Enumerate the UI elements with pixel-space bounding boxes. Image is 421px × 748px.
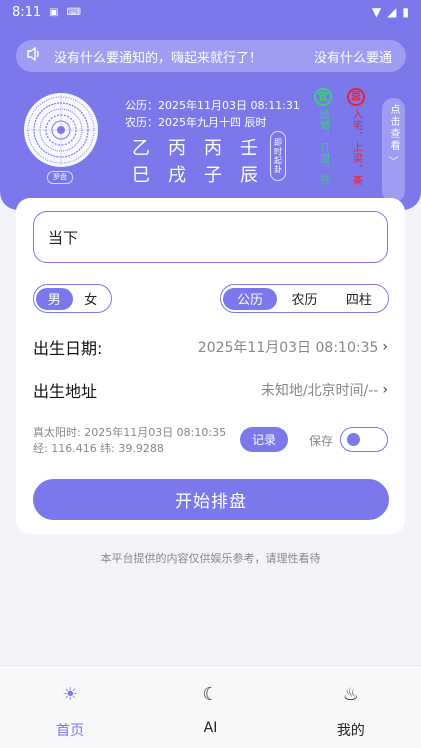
pillar-stem: 乙 [132,137,150,159]
nav-item-mine[interactable]: ♨ 我的 [281,666,421,748]
date-info: 公历：2025年11月03日 08:11:31 农历：2025年九月十四 辰时 [125,97,300,131]
pillar-branch: 辰 [240,164,258,186]
compass-label: 罗盘 [47,171,73,184]
birth-date-label: 出生日期: [33,339,103,358]
instant-divination-button[interactable]: 即时起卦 [270,131,286,181]
gender-selector: 男 女 [33,284,112,313]
notification-a-icon: ▣ [49,6,59,18]
signal-icon: ◢ [387,5,397,19]
ji-text: 入宅、上梁、斋 [350,109,362,186]
flame-icon: ♨ [342,684,359,705]
pillar-branch: 子 [204,164,222,186]
chevron-right-icon: › [382,382,388,398]
status-time: 8:11 [12,4,42,20]
chevron-right-icon: › [382,339,388,355]
pillar-stem: 丙 [168,137,186,159]
lunar-date: 农历：2025年九月十四 辰时 [125,116,267,129]
compass-icon[interactable] [23,92,99,168]
toggle-knob [347,433,360,446]
click-view-button[interactable]: 点击查看 ﹀ [382,98,405,202]
yi-column: 宜 结婚、订盟、开 [313,88,333,186]
birth-date-value: 2025年11月03日 08:10:35 [197,340,379,356]
gender-option-female[interactable]: 女 [73,288,110,310]
sun-icon: ☀ [62,684,79,705]
calendar-selector: 公历 农历 四柱 [220,284,389,313]
nav-item-home[interactable]: ☀ 首页 [0,666,140,748]
yi-badge: 宜 [314,88,332,106]
pillar-stem: 丙 [204,137,222,159]
birth-place-label: 出生地址 [33,382,98,401]
input-card: 当下 男 女 公历 农历 四柱 出生日期: 2025年11月03日 08:10:… [16,198,405,534]
ji-column: 忌 入宅、上梁、斋 [346,88,366,186]
speaker-icon [26,46,44,65]
nav-item-label: 我的 [336,723,365,739]
calendar-option-solar[interactable]: 公历 [223,287,278,310]
wifi-icon: ▼ [371,5,382,19]
solar-date: 公历：2025年11月03日 08:11:31 [125,99,300,112]
keyboard-icon: ⌨ [66,6,82,18]
nav-item-ai[interactable]: ☾ AI [140,666,280,748]
true-solar-time: 真太阳时: 2025年11月03日 08:10:35 [33,426,227,439]
notice-bar[interactable]: 没有什么要通知的，嗨起来就行了！ 没有什么要通 [16,40,406,72]
pillar-branch: 巳 [132,164,150,186]
ji-badge: 忌 [347,88,365,106]
pillar-branch: 戌 [168,164,186,186]
true-solar-time-info: 真太阳时: 2025年11月03日 08:10:35 经: 116.416 纬:… [33,425,226,457]
gender-option-male[interactable]: 男 [36,287,73,310]
calendar-option-lunar[interactable]: 农历 [277,288,331,310]
click-view-label: 点击查看 [388,104,399,152]
save-label: 保存 [309,434,334,448]
four-pillars: 乙 丙 丙 壬 巳 戌 子 辰 [132,133,258,187]
chevron-down-icon: ﹀ [388,157,399,168]
start-chart-button[interactable]: 开始排盘 [33,479,389,520]
disclaimer-text: 本平台提供的内容仅供娱乐参考，请理性看待 [100,552,321,565]
name-input[interactable]: 当下 [33,211,388,263]
battery-icon: ▮ [402,5,409,19]
status-bar: 8:11 ▣ ⌨ ▼ ◢ ▮ [0,0,421,24]
bottom-nav: ☀ 首页 ☾ AI ♨ 我的 [0,665,421,748]
record-button[interactable]: 记录 [240,427,288,452]
pillar-stem: 壬 [240,137,258,159]
coordinates: 经: 116.416 纬: 39.9288 [33,442,164,455]
nav-item-label: AI [203,720,218,736]
birth-place-row[interactable]: 出生地址 未知地/北京时间/-- › [33,375,388,405]
yi-text: 结婚、订盟、开 [317,109,329,186]
nav-item-label: 首页 [56,723,85,739]
moon-icon: ☾ [202,684,219,705]
birth-place-value: 未知地/北京时间/-- [260,383,379,399]
notice-message-scroll: 没有什么要通 [314,50,393,66]
birth-date-row[interactable]: 出生日期: 2025年11月03日 08:10:35 › [33,332,388,362]
calendar-option-four-pillars[interactable]: 四柱 [332,288,386,310]
notice-message: 没有什么要通知的，嗨起来就行了！ [54,50,263,66]
save-toggle[interactable] [340,427,388,452]
header-panel: 没有什么要通知的，嗨起来就行了！ 没有什么要通 罗盘 公历：2025年11月03… [0,24,421,210]
